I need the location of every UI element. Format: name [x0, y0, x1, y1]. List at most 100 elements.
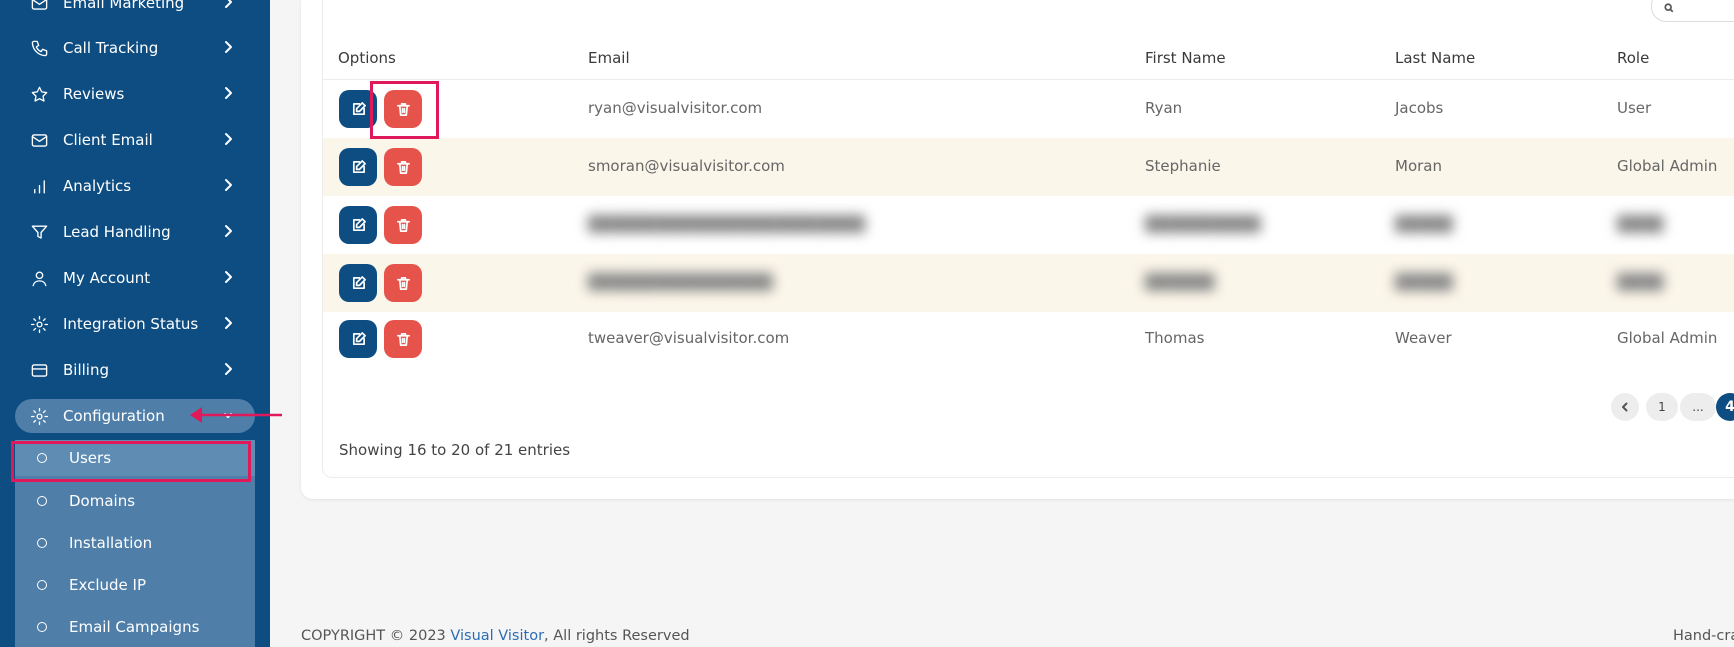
sidebar-item-billing[interactable]: Billing: [15, 353, 255, 387]
edit-button[interactable]: [339, 148, 377, 186]
sidebar-item-label: Billing: [63, 361, 109, 379]
copyright-suffix: , All rights Reserved: [544, 628, 690, 644]
circle-icon: [37, 622, 47, 632]
footer-brand-link[interactable]: Visual Visitor: [450, 628, 544, 644]
star-icon: [29, 84, 49, 104]
redacted-last-name-cell: █████: [1395, 215, 1453, 233]
table-row: ████████████████ ██████ █████ ████: [323, 254, 1734, 312]
sidebar-item-label: Call Tracking: [63, 39, 159, 57]
delete-button[interactable]: [384, 320, 422, 358]
gear-icon: [29, 314, 49, 334]
submenu-item-domains[interactable]: Domains: [15, 483, 255, 519]
sidebar-item-analytics[interactable]: Analytics: [15, 169, 255, 203]
chevron-right-icon: [221, 40, 235, 54]
first-name-cell: Ryan: [1145, 99, 1183, 117]
submenu-item-label: Domains: [69, 492, 136, 510]
submenu-item-email-campaigns[interactable]: Email Campaigns: [15, 609, 255, 645]
first-name-cell: Stephanie: [1145, 157, 1221, 175]
table-row: tweaver@visualvisitor.com Thomas Weaver …: [323, 310, 1734, 368]
role-cell: Global Admin: [1617, 157, 1718, 175]
column-header-first-name[interactable]: First Name: [1145, 49, 1226, 67]
circle-icon: [37, 580, 47, 590]
sidebar-item-label: Integration Status: [63, 315, 199, 333]
submenu-item-label: Installation: [69, 534, 153, 552]
delete-button[interactable]: [384, 206, 422, 244]
credit-card-icon: [29, 360, 49, 380]
chevron-right-icon: [221, 86, 235, 100]
edit-icon: [352, 331, 366, 345]
redacted-role-cell: ████: [1617, 273, 1664, 291]
submenu-item-exclude-ip[interactable]: Exclude IP: [15, 567, 255, 603]
submenu-item-label: Email Campaigns: [69, 618, 200, 636]
search-input[interactable]: [1651, 0, 1734, 22]
chevron-right-icon: [221, 270, 235, 284]
trash-icon: [396, 332, 410, 346]
sidebar-item-reviews[interactable]: Reviews: [15, 77, 255, 111]
mail-icon: [29, 130, 49, 150]
redacted-role-cell: ████: [1617, 215, 1664, 233]
circle-icon: [37, 496, 47, 506]
user-icon: [29, 268, 49, 288]
redacted-last-name-cell: █████: [1395, 273, 1453, 291]
phone-icon: [29, 38, 49, 58]
edit-icon: [352, 159, 366, 173]
pagination-page-1[interactable]: 1: [1646, 393, 1678, 421]
sidebar-item-label: Client Email: [63, 131, 153, 149]
column-header-last-name[interactable]: Last Name: [1395, 49, 1475, 67]
table-info: Showing 16 to 20 of 21 entries: [339, 441, 571, 459]
last-name-cell: Moran: [1395, 157, 1442, 175]
sidebar-item-label: Analytics: [63, 177, 132, 195]
chevron-right-icon: [221, 0, 235, 9]
footer-credit: Hand-crafted: [1673, 628, 1734, 644]
search-icon: [1664, 3, 1674, 13]
sidebar-item-integration-status[interactable]: Integration Status: [15, 307, 255, 341]
gear-icon: [29, 406, 49, 426]
sidebar-item-label: Reviews: [63, 85, 125, 103]
chevron-right-icon: [221, 362, 235, 376]
sidebar-item-client-email[interactable]: Client Email: [15, 123, 255, 157]
sidebar-item-label: My Account: [63, 269, 151, 287]
sidebar-item-lead-handling[interactable]: Lead Handling: [15, 215, 255, 249]
redacted-email-cell: ████████████████████████: [588, 215, 865, 233]
last-name-cell: Jacobs: [1395, 99, 1444, 117]
sidebar: Email Marketing Call Tracking Reviews Cl…: [0, 0, 270, 647]
first-name-cell: Thomas: [1145, 329, 1205, 347]
mail-icon: [29, 0, 49, 13]
footer-copyright: COPYRIGHT © 2023 Visual Visitor, All rig…: [301, 628, 690, 644]
trash-icon: [396, 276, 410, 290]
sidebar-item-my-account[interactable]: My Account: [15, 261, 255, 295]
users-highlight-box: [11, 441, 251, 482]
pagination-prev-button[interactable]: [1611, 393, 1639, 421]
sidebar-item-label: Email Marketing: [63, 0, 185, 12]
delete-button[interactable]: [384, 264, 422, 302]
submenu-item-installation[interactable]: Installation: [15, 525, 255, 561]
table-row: smoran@visualvisitor.com Stephanie Moran…: [323, 138, 1734, 196]
edit-button[interactable]: [339, 264, 377, 302]
role-cell: Global Admin: [1617, 329, 1718, 347]
chevron-right-icon: [221, 132, 235, 146]
email-cell: tweaver@visualvisitor.com: [588, 329, 790, 347]
sidebar-item-label: Configuration: [63, 407, 165, 425]
email-cell: ryan@visualvisitor.com: [588, 99, 763, 117]
submenu-item-label: Exclude IP: [69, 576, 146, 594]
table-row: ████████████████████████ ██████████ ████…: [323, 196, 1734, 254]
redacted-email-cell: ████████████████: [588, 273, 773, 291]
pointer-arrow: [190, 407, 282, 423]
edit-button[interactable]: [339, 206, 377, 244]
redacted-first-name-cell: ██████: [1145, 273, 1215, 291]
edit-icon: [352, 217, 366, 231]
redacted-first-name-cell: ██████████: [1145, 215, 1261, 233]
sidebar-item-email-marketing[interactable]: Email Marketing: [15, 0, 255, 20]
copyright-prefix: COPYRIGHT © 2023: [301, 628, 451, 644]
edit-button[interactable]: [339, 320, 377, 358]
column-header-role[interactable]: Role: [1617, 49, 1649, 67]
role-cell: User: [1617, 99, 1652, 117]
sidebar-item-label: Lead Handling: [63, 223, 171, 241]
circle-icon: [37, 538, 47, 548]
delete-button[interactable]: [384, 148, 422, 186]
edit-icon: [352, 275, 366, 289]
bar-chart-icon: [29, 176, 49, 196]
sidebar-item-call-tracking[interactable]: Call Tracking: [15, 31, 255, 65]
trash-icon: [396, 218, 410, 232]
column-header-email[interactable]: Email: [588, 49, 630, 67]
